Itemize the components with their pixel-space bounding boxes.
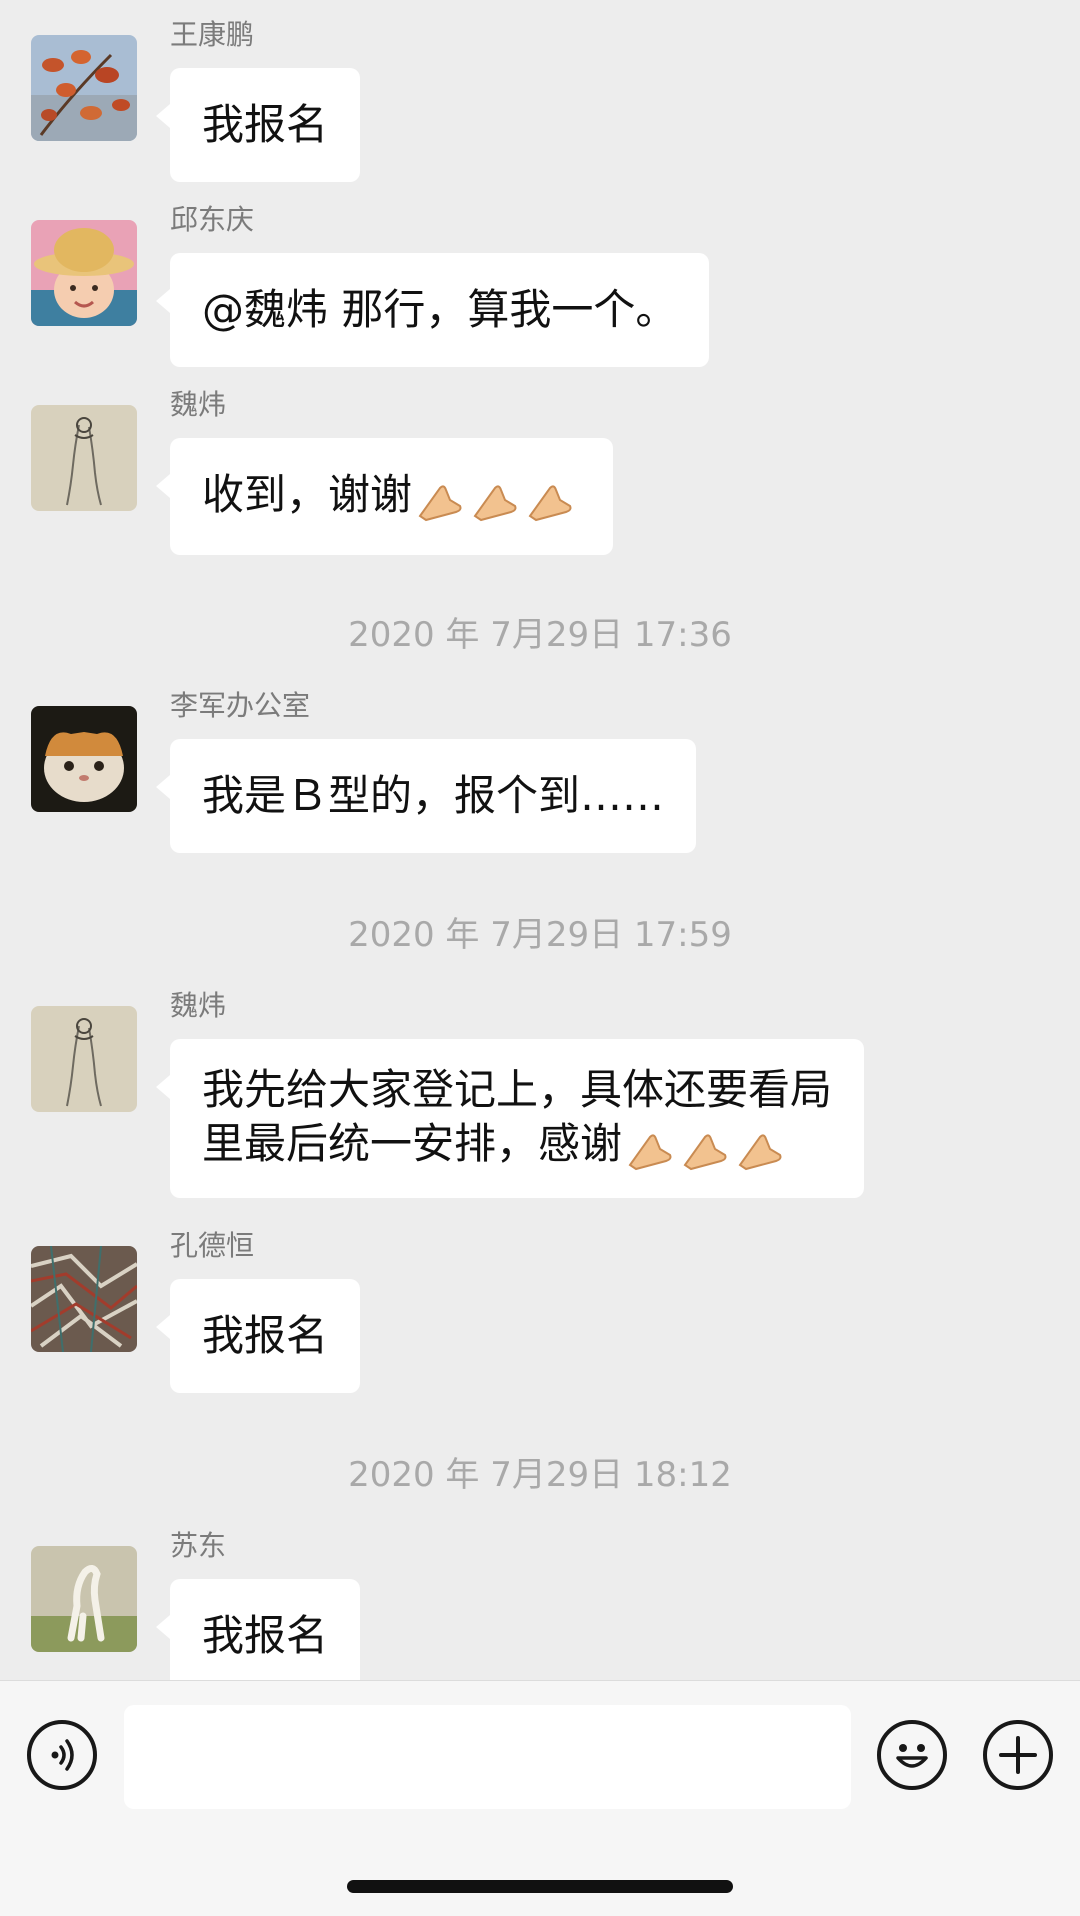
message-text: 我报名 (202, 1311, 329, 1360)
message-bubble[interactable]: 我报名 (155, 1279, 361, 1393)
ink-sketch-avatar[interactable] (31, 1006, 137, 1112)
voice-icon (51, 1739, 74, 1771)
message-text: 我先给大家登记上，具体还要看局 (202, 1065, 833, 1114)
autumn-leaves-avatar[interactable] (31, 35, 137, 141)
plus-button[interactable] (983, 1720, 1053, 1790)
chat-area[interactable]: 王康鹏 我报名 邱东庆 @魏炜 那行，算我一个。 魏炜 收到，谢谢 2020 年… (0, 0, 1080, 1680)
emoji-icon (896, 1744, 928, 1768)
ink-sketch-avatar[interactable] (31, 405, 137, 511)
folded-hands-icon (416, 471, 581, 525)
sender-name: 李军办公室 (170, 689, 311, 722)
message-text: 我报名 (202, 1611, 329, 1660)
sender-name: 王康鹏 (170, 18, 255, 51)
message-bubble[interactable]: 我报名 (155, 68, 361, 182)
emoji-button[interactable] (877, 1720, 947, 1790)
message-bubble[interactable]: 我先给大家登记上，具体还要看局 里最后统一安排，感谢 (155, 1039, 865, 1198)
sender-name: 邱东庆 (170, 203, 255, 236)
timestamp: 2020 年 7月29日 18:12 (348, 1455, 732, 1495)
sender-name: 魏炜 (170, 989, 227, 1022)
white-horse-avatar[interactable] (31, 1546, 137, 1652)
child-straw-hat-avatar[interactable] (31, 220, 137, 326)
message-text: 里最后统一安排，感谢 (202, 1119, 623, 1168)
message-text: 收到，谢谢 (202, 470, 413, 519)
message-bubble[interactable]: 我报名 (155, 1579, 361, 1680)
plus-icon (999, 1736, 1037, 1774)
message-text: @魏炜 那行，算我一个。 (202, 285, 678, 334)
cat-avatar[interactable] (31, 706, 137, 812)
folded-hands-icon (626, 1120, 791, 1174)
message-bubble[interactable]: 收到，谢谢 (155, 438, 614, 555)
message-input[interactable] (124, 1705, 851, 1809)
voice-button[interactable] (27, 1720, 97, 1790)
sender-name: 魏炜 (170, 388, 227, 421)
sender-name: 苏东 (170, 1529, 227, 1562)
message-text: 我是Ｂ型的，报个到…… (202, 771, 665, 820)
home-indicator[interactable] (347, 1880, 733, 1893)
message-bubble[interactable]: 我是Ｂ型的，报个到…… (155, 739, 697, 853)
message-bubble[interactable]: @魏炜 那行，算我一个。 (155, 253, 710, 367)
abstract-art-avatar[interactable] (31, 1246, 137, 1352)
timestamp: 2020 年 7月29日 17:36 (348, 615, 732, 655)
timestamp: 2020 年 7月29日 17:59 (348, 915, 732, 955)
message-text: 我报名 (202, 100, 329, 149)
sender-name: 孔德恒 (170, 1229, 255, 1262)
